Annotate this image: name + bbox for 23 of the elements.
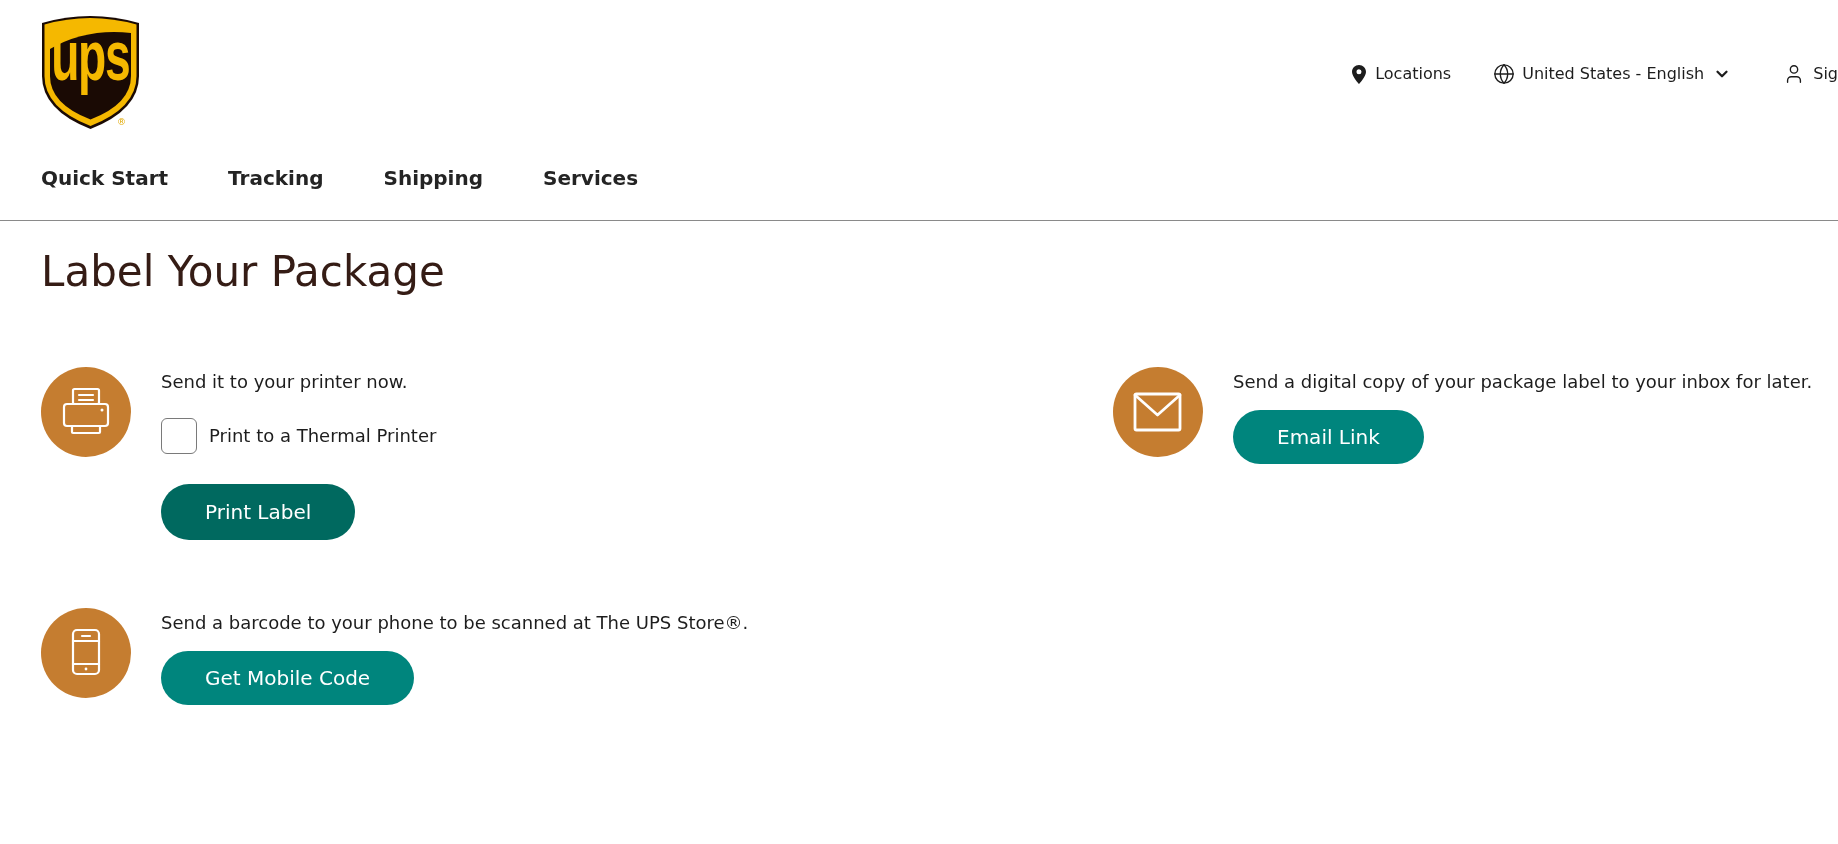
registered-mark: ® xyxy=(117,118,126,127)
map-pin-icon xyxy=(1352,64,1367,84)
mobile-code-button[interactable]: Get Mobile Code xyxy=(161,651,415,705)
smartphone-icon xyxy=(41,608,131,698)
language-selector[interactable]: United States - English xyxy=(1493,62,1732,86)
checkbox-label[interactable]: Print to a Thermal Printer xyxy=(209,425,437,447)
page-title: Label Your Package xyxy=(41,247,445,297)
nav-menu-item[interactable]: Tracking xyxy=(228,166,324,190)
nav-menu-item[interactable]: Services xyxy=(543,166,639,190)
printer-icon xyxy=(41,367,131,457)
account-link[interactable]: Sig xyxy=(1783,62,1838,86)
nav-menu-item[interactable]: Shipping xyxy=(383,166,484,190)
locations-link[interactable]: Locations xyxy=(1352,62,1452,86)
option-description: Send a barcode to your phone to be scanned at The UPS Store®. xyxy=(161,612,749,634)
option-description: Send it to your printer now. xyxy=(161,371,408,393)
email-link-button[interactable]: Email Link xyxy=(1233,410,1424,464)
checkbox[interactable] xyxy=(161,418,197,454)
option-description: Send a digital copy of your package label to your inbox for later. xyxy=(1233,371,1813,393)
nav-menu-item[interactable]: Quick Start xyxy=(41,166,169,190)
print-label-button[interactable]: Print Label xyxy=(161,484,356,540)
shield-logo-icon[interactable] xyxy=(41,14,140,129)
globe-icon xyxy=(1493,63,1516,85)
envelope-icon xyxy=(1113,367,1203,457)
